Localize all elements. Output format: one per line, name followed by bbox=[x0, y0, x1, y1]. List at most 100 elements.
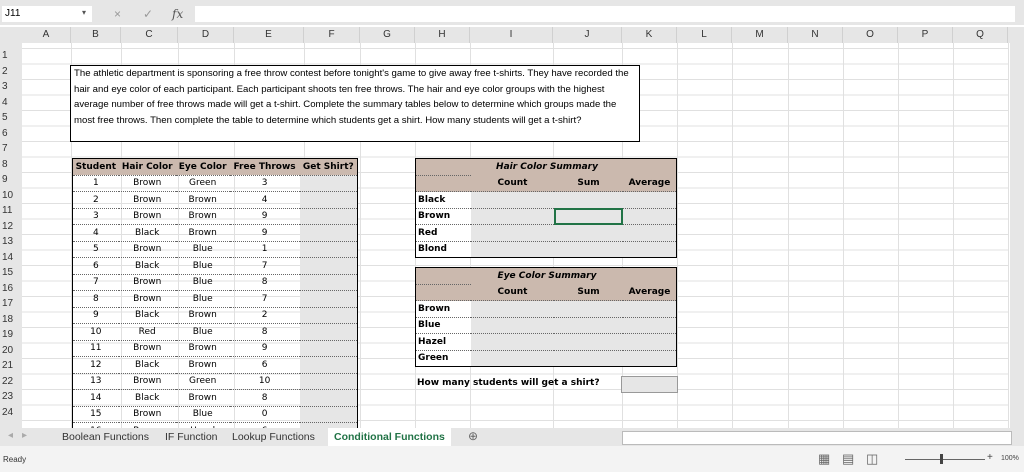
get-shirt-cell[interactable] bbox=[299, 290, 358, 308]
cell[interactable]: 6 bbox=[229, 356, 300, 374]
cancel-icon[interactable]: × bbox=[114, 7, 121, 21]
cell[interactable]: Brown bbox=[175, 356, 230, 374]
cell[interactable]: 2 bbox=[72, 191, 119, 209]
sheet-tab[interactable]: IF Function bbox=[165, 428, 218, 446]
cell[interactable]: 0 bbox=[229, 406, 300, 423]
shirt-count-cell[interactable] bbox=[621, 376, 678, 393]
column-header-O[interactable]: O bbox=[843, 27, 898, 43]
column-header-L[interactable]: L bbox=[677, 27, 732, 43]
cell[interactable]: 4 bbox=[229, 191, 300, 209]
row-header-1[interactable]: 1 bbox=[0, 48, 22, 64]
row-header-22[interactable]: 22 bbox=[0, 374, 22, 390]
get-shirt-cell[interactable] bbox=[299, 356, 358, 374]
count-cell[interactable] bbox=[471, 208, 554, 225]
cell[interactable]: 6 bbox=[72, 257, 119, 275]
cell[interactable]: 2 bbox=[229, 307, 300, 324]
column-header-Q[interactable]: Q bbox=[953, 27, 1008, 43]
chevron-down-icon[interactable]: ▾ bbox=[82, 8, 86, 17]
count-cell[interactable] bbox=[471, 241, 554, 258]
row-header-7[interactable]: 7 bbox=[0, 141, 22, 157]
cell[interactable]: 9 bbox=[229, 208, 300, 225]
zoom-slider-thumb[interactable] bbox=[940, 454, 943, 464]
cell[interactable]: Brown bbox=[118, 191, 176, 209]
sum-cell[interactable] bbox=[554, 350, 623, 367]
add-sheet-icon[interactable]: ⊕ bbox=[468, 429, 478, 443]
average-cell[interactable] bbox=[623, 208, 677, 225]
cell[interactable]: Red bbox=[118, 323, 176, 341]
cell[interactable]: 7 bbox=[72, 274, 119, 291]
count-cell[interactable] bbox=[471, 317, 554, 334]
average-cell[interactable] bbox=[623, 241, 677, 258]
zoom-slider[interactable] bbox=[905, 459, 985, 460]
get-shirt-cell[interactable] bbox=[299, 175, 358, 192]
cell[interactable]: Brown bbox=[118, 274, 176, 291]
column-header-H[interactable]: H bbox=[415, 27, 470, 43]
sheet-tab[interactable]: Conditional Functions bbox=[328, 428, 451, 446]
cell[interactable]: 3 bbox=[229, 175, 300, 192]
cell[interactable]: Blue bbox=[175, 241, 230, 258]
cell[interactable]: 7 bbox=[229, 257, 300, 275]
column-header-E[interactable]: E bbox=[234, 27, 304, 43]
row-header-5[interactable]: 5 bbox=[0, 110, 22, 126]
column-header-I[interactable]: I bbox=[470, 27, 553, 43]
column-header-J[interactable]: J bbox=[553, 27, 622, 43]
sum-cell[interactable] bbox=[554, 300, 623, 318]
cell[interactable]: 15 bbox=[72, 406, 119, 423]
sum-cell[interactable] bbox=[554, 208, 623, 225]
cell[interactable]: 13 bbox=[72, 373, 119, 390]
get-shirt-cell[interactable] bbox=[299, 208, 358, 225]
cell[interactable]: Brown bbox=[118, 175, 176, 192]
row-header-11[interactable]: 11 bbox=[0, 203, 22, 219]
row-header-4[interactable]: 4 bbox=[0, 95, 22, 111]
column-header-B[interactable]: B bbox=[71, 27, 121, 43]
row-header-23[interactable]: 23 bbox=[0, 389, 22, 405]
cell[interactable]: Brown bbox=[175, 340, 230, 357]
cell[interactable]: 9 bbox=[72, 307, 119, 324]
horizontal-scrollbar[interactable] bbox=[622, 431, 1012, 445]
column-header-D[interactable]: D bbox=[178, 27, 234, 43]
cell[interactable]: Brown bbox=[118, 373, 176, 390]
cell[interactable]: 14 bbox=[72, 389, 119, 407]
cell[interactable]: Blue bbox=[175, 257, 230, 275]
get-shirt-cell[interactable] bbox=[299, 340, 358, 357]
cell[interactable]: 10 bbox=[229, 373, 300, 390]
row-header-14[interactable]: 14 bbox=[0, 250, 22, 266]
row-header-2[interactable]: 2 bbox=[0, 64, 22, 80]
row-header-13[interactable]: 13 bbox=[0, 234, 22, 250]
formula-input[interactable] bbox=[195, 6, 1015, 22]
cell[interactable]: Brown bbox=[175, 224, 230, 242]
count-cell[interactable] bbox=[471, 300, 554, 318]
column-header-M[interactable]: M bbox=[732, 27, 788, 43]
cell[interactable]: 4 bbox=[72, 224, 119, 242]
cell[interactable]: Black bbox=[118, 224, 176, 242]
cell[interactable]: 3 bbox=[72, 208, 119, 225]
get-shirt-cell[interactable] bbox=[299, 373, 358, 390]
row-header-20[interactable]: 20 bbox=[0, 343, 22, 359]
column-header-F[interactable]: F bbox=[304, 27, 360, 43]
count-cell[interactable] bbox=[471, 191, 554, 209]
cell[interactable]: 1 bbox=[72, 175, 119, 192]
sum-cell[interactable] bbox=[554, 224, 623, 242]
cell[interactable]: Brown bbox=[118, 241, 176, 258]
get-shirt-cell[interactable] bbox=[299, 191, 358, 209]
fx-icon[interactable]: fx bbox=[172, 7, 183, 21]
count-cell[interactable] bbox=[471, 333, 554, 351]
row-header-6[interactable]: 6 bbox=[0, 126, 22, 142]
row-header-9[interactable]: 9 bbox=[0, 172, 22, 188]
row-header-18[interactable]: 18 bbox=[0, 312, 22, 328]
row-header-19[interactable]: 19 bbox=[0, 327, 22, 343]
average-cell[interactable] bbox=[623, 350, 677, 367]
cell[interactable]: Brown bbox=[118, 208, 176, 225]
cell[interactable]: Black bbox=[118, 356, 176, 374]
average-cell[interactable] bbox=[623, 317, 677, 334]
cell[interactable]: Blue bbox=[175, 274, 230, 291]
column-header-C[interactable]: C bbox=[121, 27, 178, 43]
row-header-8[interactable]: 8 bbox=[0, 157, 22, 173]
cell[interactable]: 9 bbox=[229, 340, 300, 357]
column-header-P[interactable]: P bbox=[898, 27, 953, 43]
cell[interactable]: Brown bbox=[118, 340, 176, 357]
get-shirt-cell[interactable] bbox=[299, 323, 358, 341]
get-shirt-cell[interactable] bbox=[299, 389, 358, 407]
row-header-3[interactable]: 3 bbox=[0, 79, 22, 95]
count-cell[interactable] bbox=[471, 350, 554, 367]
